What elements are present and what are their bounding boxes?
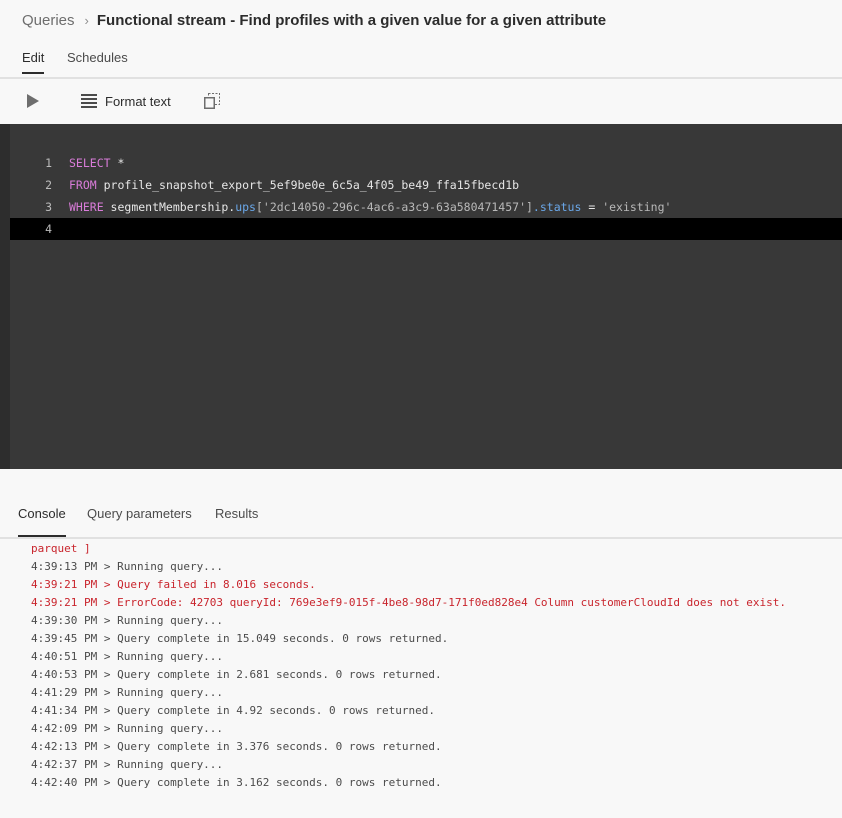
tab-schedules[interactable]: Schedules: [67, 50, 128, 65]
console-line: 4:42:13 PM > Query complete in 3.376 sec…: [31, 740, 442, 753]
console-line: 4:39:45 PM > Query complete in 15.049 se…: [31, 632, 449, 645]
code-line: 3 WHERE segmentMembership.ups['2dc14050-…: [10, 196, 842, 218]
string-literal: 'existing': [602, 200, 672, 214]
editor-tabs: Edit Schedules: [0, 44, 842, 79]
tab-query-parameters[interactable]: Query parameters: [87, 506, 192, 521]
copy-icon: [204, 93, 220, 109]
chevron-right-icon: ›: [84, 12, 89, 28]
code-line: 2 FROM profile_snapshot_export_5ef9be0e_…: [10, 174, 842, 196]
console-line: 4:39:21 PM > Query failed in 8.016 secon…: [31, 578, 316, 591]
console-line: 4:39:13 PM > Running query...: [31, 560, 224, 573]
line-number: 2: [45, 178, 52, 192]
console-line: 4:41:29 PM > Running query...: [31, 686, 224, 699]
tab-console[interactable]: Console: [18, 506, 66, 537]
run-query-button[interactable]: [25, 93, 41, 109]
line-number: 1: [45, 156, 52, 170]
editor-gutter: [0, 124, 10, 469]
console-line: 4:40:53 PM > Query complete in 2.681 sec…: [31, 668, 442, 681]
line-number: 3: [45, 200, 52, 214]
code-text: WHERE segmentMembership.ups['2dc14050-29…: [69, 196, 671, 218]
breadcrumb-queries-link[interactable]: Queries: [22, 12, 75, 29]
format-lines-icon: [81, 94, 97, 108]
keyword: SELECT: [69, 156, 111, 170]
code-line: 1 SELECT *: [10, 152, 842, 174]
format-text-label: Format text: [105, 93, 171, 109]
console-line: 4:42:40 PM > Query complete in 3.162 sec…: [31, 776, 442, 789]
format-text-button[interactable]: Format text: [81, 91, 171, 111]
page-title: Functional stream - Find profiles with a…: [96, 11, 607, 29]
code-fragment: .: [532, 200, 540, 214]
console-line: 4:39:30 PM > Running query...: [31, 614, 224, 627]
console-line: 4:42:09 PM > Running query...: [31, 722, 224, 735]
code-fragment: profile_snapshot_export_5ef9be0e_6c5a_4f…: [96, 178, 520, 192]
property: ups: [235, 200, 256, 214]
code-line-current[interactable]: 4: [10, 218, 842, 240]
keyword: FROM: [69, 178, 97, 192]
console-line: 4:41:34 PM > Query complete in 4.92 seco…: [31, 704, 435, 717]
console-output[interactable]: parquet ] 4:39:13 PM > Running query... 4:…: [0, 540, 842, 818]
copy-query-button[interactable]: [204, 93, 220, 109]
line-number: 4: [45, 222, 52, 236]
keyword: WHERE: [69, 200, 104, 214]
code-area[interactable]: 1 SELECT * 2 FROM profile_snapshot_expor…: [10, 152, 842, 240]
editor-toolbar: Format text: [0, 79, 842, 123]
play-icon: [27, 94, 39, 108]
string-literal: ['2dc14050-296c-4ac6-a3c9-63a580471457']: [255, 200, 533, 214]
console-line: parquet ]: [31, 542, 91, 555]
console-line: 4:39:21 PM > ErrorCode: 42703 queryId: 7…: [31, 596, 786, 609]
console-line: 4:42:37 PM > Running query...: [31, 758, 224, 771]
code-fragment: *: [110, 156, 125, 170]
code-fragment: segmentMembership.: [103, 200, 236, 214]
output-tabs: Console Query parameters Results: [0, 498, 842, 539]
property: status: [539, 200, 582, 214]
tab-edit[interactable]: Edit: [22, 50, 45, 74]
console-line: 4:40:51 PM > Running query...: [31, 650, 224, 663]
code-text: FROM profile_snapshot_export_5ef9be0e_6c…: [69, 174, 519, 196]
code-fragment: =: [581, 200, 603, 214]
tab-results[interactable]: Results: [215, 506, 258, 521]
sql-editor[interactable]: 1 SELECT * 2 FROM profile_snapshot_expor…: [0, 124, 842, 469]
code-text: SELECT *: [69, 152, 124, 174]
breadcrumb: Queries › Functional stream - Find profi…: [22, 10, 606, 30]
